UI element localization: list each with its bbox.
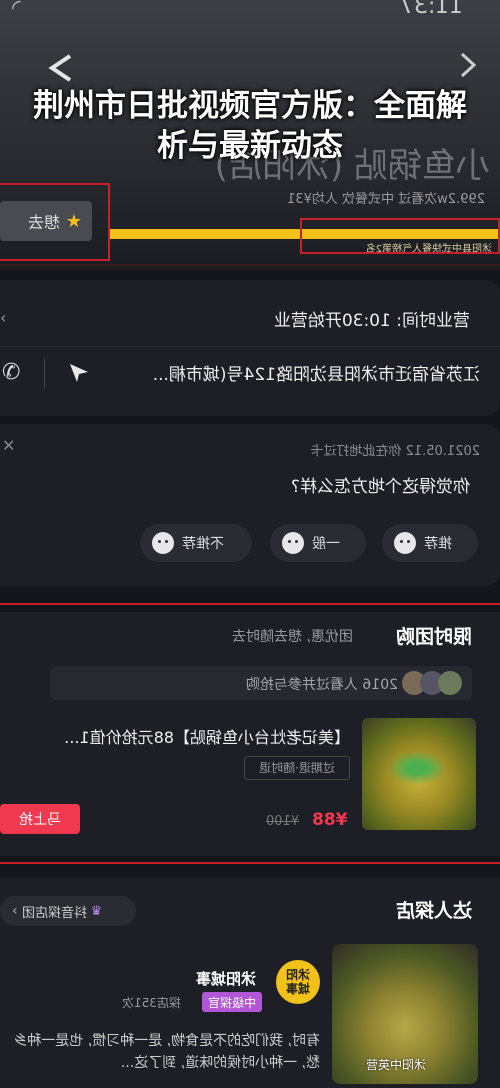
- page-title: 荆州市日批视频官方版：全面解析与最新动态: [33, 88, 467, 164]
- phone-icon[interactable]: ✆: [2, 360, 20, 385]
- close-icon[interactable]: ‹: [0, 308, 6, 327]
- address[interactable]: 江苏省宿迁市沭阳县沈阳路124号(城市桐...: [120, 360, 480, 385]
- neutral-face-icon: [282, 532, 304, 554]
- not-recommend-button[interactable]: 不推荐: [140, 524, 252, 562]
- author-name: 沭阳城事: [196, 970, 257, 988]
- icon-divider: [44, 358, 45, 388]
- neutral-button[interactable]: 一般: [270, 524, 366, 562]
- navigate-icon[interactable]: [66, 360, 92, 386]
- neutral-label: 一般: [312, 536, 340, 552]
- divider-red-2: [0, 603, 500, 605]
- recommend-label: 推荐: [424, 536, 452, 552]
- avatar: [438, 671, 462, 695]
- explore-section-title: 达人探店: [396, 900, 473, 922]
- buy-button-label: 马上抢: [19, 812, 61, 828]
- back-button[interactable]: [40, 50, 80, 86]
- status-time: 11:37: [400, 0, 464, 19]
- participants-text: 2016 人看过并参与抢购: [245, 677, 398, 693]
- sad-face-icon: [152, 532, 174, 554]
- want-to-go-button[interactable]: 想去 ★: [0, 201, 92, 241]
- dismiss-icon[interactable]: ✕: [2, 436, 15, 455]
- status-bar: ◝ 11:37: [0, 0, 500, 24]
- want-to-go-label: 想去: [27, 213, 60, 232]
- author-badge-label: 中级探官: [207, 995, 256, 1010]
- trophy-icon: ♛: [90, 903, 103, 919]
- wifi-icon: ◝: [12, 0, 21, 21]
- ranking-tag-label: 沭阳县中式快餐人气榜第2名: [365, 244, 492, 252]
- deal-section-title: 限时团购: [396, 626, 473, 648]
- chevron-left-icon: ‹: [12, 903, 18, 919]
- buy-button[interactable]: 马上抢: [0, 804, 80, 834]
- deal-original-price: ¥100: [266, 814, 300, 829]
- thumbnail-caption: 沭阳中英营: [366, 1058, 427, 1072]
- deal-tag-label: 过期退·随时退: [259, 761, 335, 775]
- info-card: ‹ 营业时间: 10:30开始营业 ✆ 江苏省宿迁市沭阳县沈阳路124号(城市桐…: [0, 280, 500, 416]
- deal-section: 限时团购 团优惠, 想去随时去 2016 人看过并参与抢购 【美记老灶台小鱼锅贴…: [0, 612, 500, 856]
- deal-tag: 过期退·随时退: [244, 756, 350, 780]
- participants-bar: 2016 人看过并参与抢购: [50, 666, 472, 700]
- explore-tag[interactable]: ‹ 抖音探店团 ♛: [0, 896, 136, 926]
- star-icon: ★: [65, 210, 82, 232]
- checkin-date: 2021.05.12 你在此地打过卡: [310, 444, 480, 459]
- deal-price: ¥88: [312, 810, 348, 830]
- avatar-text: 沭阳城事: [286, 968, 311, 996]
- review-thumbnail[interactable]: 沭阳中英营: [332, 944, 478, 1084]
- business-hours: 营业时间: 10:30开始营业: [273, 311, 470, 331]
- review-text[interactable]: 有时, 我们吃的不是食物, 是一种习惯, 也是一种乡愁, 一种小时候的味道, 到…: [8, 1030, 320, 1074]
- ranking-tag[interactable]: 沭阳县中式快餐人气榜第2名: [306, 240, 492, 252]
- author-avatar[interactable]: 沭阳城事: [276, 960, 320, 1004]
- explore-section: 达人探店 ‹ 抖音探店团 ♛ 沭阳城事 沭阳城事 中级探官 探店351次 有时,…: [0, 878, 500, 1088]
- feedback-card: ✕ 2021.05.12 你在此地打过卡 你觉得这个地方怎么样? 推荐 一般 不…: [0, 424, 500, 586]
- recommend-button[interactable]: 推荐: [382, 524, 478, 562]
- author-badge: 中级探官: [202, 992, 262, 1012]
- deal-thumbnail[interactable]: [362, 718, 476, 830]
- info-divider: [0, 346, 500, 347]
- explore-tag-label: 抖音探店团: [21, 905, 87, 921]
- deal-section-subtitle: 团优惠, 想去随时去: [232, 629, 353, 645]
- feedback-question: 你觉得这个地方怎么样?: [290, 477, 470, 497]
- not-recommend-label: 不推荐: [182, 536, 224, 552]
- author-stat: 探店351次: [122, 996, 181, 1010]
- back-arrow-icon: [48, 54, 72, 82]
- store-meta: 299.2w次看过 中式餐饮 人均¥31: [287, 192, 485, 207]
- avatar-group: [402, 671, 464, 695]
- smile-icon: [394, 532, 416, 554]
- chevron-right-icon[interactable]: [456, 50, 480, 80]
- divider-red-1: [0, 264, 500, 266]
- divider-red-3: [0, 862, 500, 864]
- deal-title[interactable]: 【美记老灶台小鱼锅贴】88元抢价值1...: [10, 724, 350, 748]
